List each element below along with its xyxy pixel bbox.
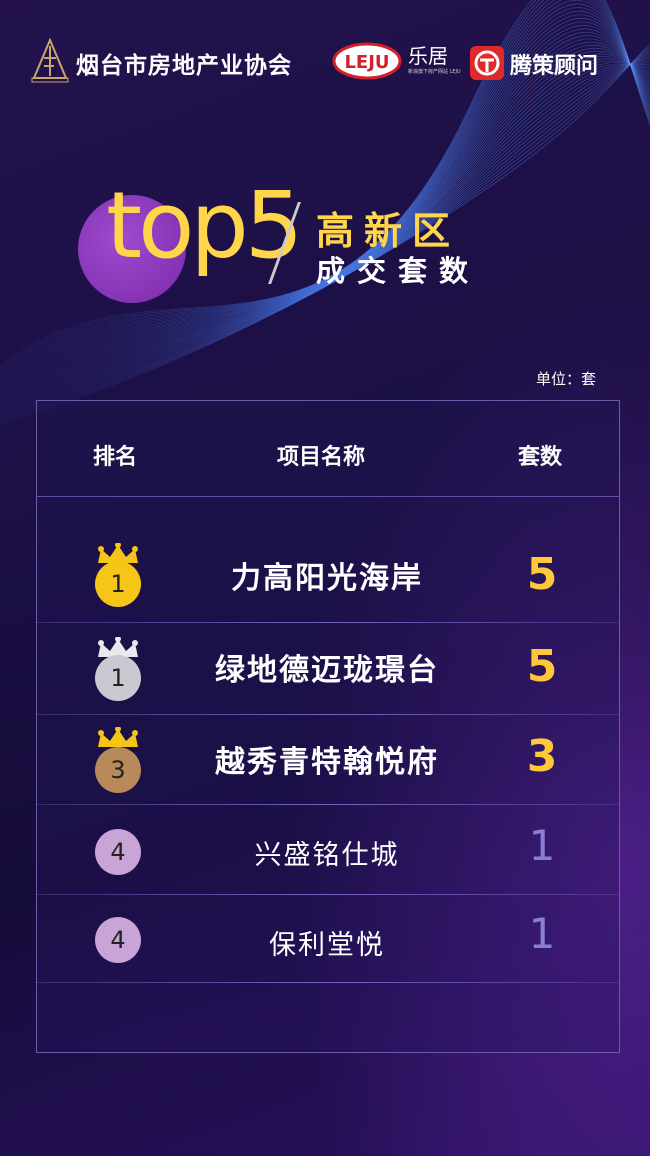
table-header: 排名 项目名称 套数 [37, 439, 619, 473]
header-divider [37, 496, 619, 497]
deal-count: 3 [526, 731, 558, 782]
association-name: 烟台市房地产业协会 [76, 53, 292, 79]
leju-subtitle: 新浪旗下房产网站 LEJU [408, 69, 461, 75]
table-row: 1 绿地德迈珑璟台 5 [37, 623, 619, 715]
deal-count: 5 [526, 641, 558, 692]
leju-logo-icon: LEJU [332, 42, 402, 80]
leju-name: 乐居 [408, 44, 448, 68]
project-name: 力高阳光海岸 [231, 561, 423, 596]
table-row: 1 力高阳光海岸 5 [37, 531, 619, 623]
table-row: 4 保利堂悦 1 [37, 895, 619, 983]
title-region: 高新区 [316, 209, 461, 253]
deal-count: 5 [526, 549, 558, 600]
column-header-rank: 排名 [93, 445, 138, 470]
celue-logo-icon [470, 46, 504, 80]
title-top5: top5 [106, 172, 303, 279]
deal-count: 1 [528, 909, 556, 958]
title-subtitle: 成交套数 [316, 254, 481, 288]
row-divider [37, 982, 619, 983]
project-name: 兴盛铭仕城 [254, 840, 400, 871]
table-row: 4 兴盛铭仕城 1 [37, 805, 619, 895]
deal-count: 1 [528, 821, 556, 870]
column-header-name: 项目名称 [277, 445, 366, 470]
header-bar: 烟台市房地产业协会 LEJU 乐居 新浪旗下房产网站 LEJU 腾策顾问 [0, 38, 650, 88]
ranking-table: 排名 项目名称 套数 1 力高阳光海岸 5 1 绿地德迈珑璟台 5 3 越秀青特… [36, 400, 620, 1053]
project-name: 绿地德迈珑璟台 [215, 653, 439, 688]
project-name: 越秀青特翰悦府 [215, 745, 439, 780]
table-row: 3 越秀青特翰悦府 3 [37, 715, 619, 805]
unit-label: 单位：套 [536, 370, 597, 388]
title-block: top5 高新区 成交套数 [0, 172, 650, 320]
celue-name: 腾策顾问 [510, 54, 599, 79]
project-name: 保利堂悦 [269, 930, 385, 961]
column-header-count: 套数 [518, 445, 563, 470]
svg-text:LEJU: LEJU [344, 52, 389, 73]
association-logo-icon [31, 38, 69, 83]
